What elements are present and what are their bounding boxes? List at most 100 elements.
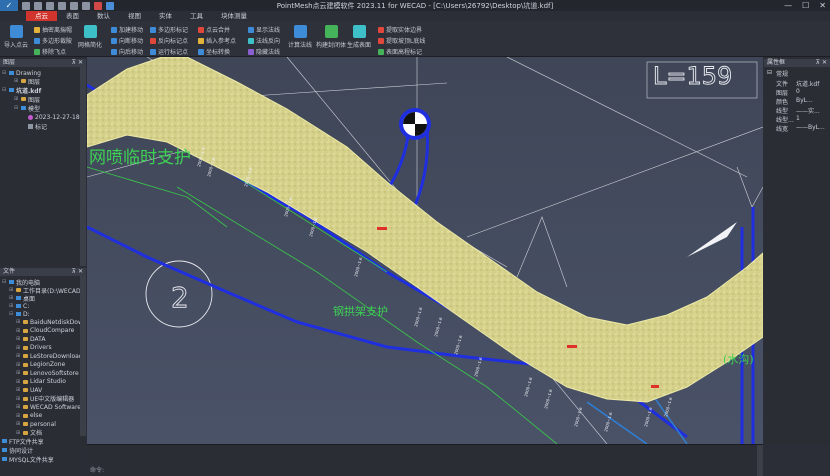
tree-item[interactable]: ⊞ else <box>16 412 42 420</box>
ftp-share-item[interactable]: FTP文件共享 <box>2 437 44 446</box>
ribbon-col3-0[interactable]: 多边形标记 <box>150 25 188 34</box>
prop-row[interactable]: 文件 坑道.kdf <box>764 79 830 88</box>
tree-item[interactable]: ⊞ C: <box>9 302 29 310</box>
close-button[interactable]: ✕ <box>819 0 826 11</box>
boundary-icon <box>378 26 384 33</box>
tree-item[interactable]: ⊞ personal <box>16 420 56 428</box>
minimize-button[interactable]: — <box>784 0 792 11</box>
new-icon[interactable] <box>22 1 30 10</box>
menu-data[interactable]: 数认 <box>88 11 119 21</box>
slope-line-icon <box>378 37 384 44</box>
ribbon-col1-1[interactable]: 多边形裁陂 <box>34 36 72 45</box>
pin-icon[interactable]: ⊼ ✕ <box>816 59 827 67</box>
prop-row[interactable]: 线型 ——实... <box>764 106 830 115</box>
ribbon-col5-2[interactable]: 隐藏法线 <box>248 47 280 56</box>
copy-icon[interactable] <box>82 1 90 10</box>
ribbon-col6-1[interactable]: 提取坡顶L底线 <box>378 36 425 45</box>
ribbon-col3-2[interactable]: 运行标记点 <box>150 47 188 56</box>
folder-icon <box>23 354 28 358</box>
ribbon-col4-2[interactable]: 坐标转换 <box>198 47 230 56</box>
ribbon-col2-1[interactable]: 向断移动 <box>111 36 143 45</box>
undo-icon[interactable] <box>58 1 66 10</box>
tree-item[interactable]: ⊞ 图层 <box>14 77 40 86</box>
tree-item[interactable]: ⊞ WECAD Software <box>16 403 81 411</box>
ribbon-col6-0[interactable]: 提取实体边界 <box>378 25 422 34</box>
cancel-icon[interactable] <box>94 1 102 10</box>
length-label: L=159 <box>653 62 732 90</box>
maximize-button[interactable]: ☐ <box>802 0 809 11</box>
command-prompt[interactable]: 命令: <box>90 465 104 474</box>
menu-solid[interactable]: 实体 <box>150 11 181 21</box>
prop-row[interactable]: 线宽 ——ByL... <box>764 124 830 133</box>
layers-scrollbar[interactable] <box>80 67 86 266</box>
tree-item[interactable]: 标记 <box>28 122 47 131</box>
ribbon-col1-2[interactable]: 移除飞点 <box>34 47 66 56</box>
prop-row[interactable]: 颜色 ByL... <box>764 97 830 106</box>
file-icon <box>9 88 14 92</box>
thin-icon <box>34 26 40 33</box>
spray-support-label: 网喷临时支护 <box>89 148 191 168</box>
tree-item[interactable]: ⊞ 桌面 <box>9 294 35 303</box>
tree-item[interactable]: ⊞ BaiduNetdiskDow <box>16 318 83 326</box>
tree-item[interactable]: ⊟ D: <box>9 310 30 318</box>
folder-icon <box>23 337 28 341</box>
import-cloud-button[interactable]: 导入点云 <box>4 25 28 49</box>
ribbon-col1-0[interactable]: 抽密离揣帽 <box>34 25 72 34</box>
files-scrollbar[interactable] <box>80 276 86 436</box>
drawing-viewport[interactable]: L=159 2 2000~1.6 2000~1.6 2000~1.6 2000~… <box>87 57 763 444</box>
ribbon-col4-0[interactable]: 点云合并 <box>198 25 230 34</box>
menu-pointcloud[interactable]: 点云 <box>26 11 57 21</box>
ribbon-col5-1[interactable]: 法线反向 <box>248 36 280 45</box>
menu-surface[interactable]: 表面 <box>57 11 88 21</box>
build-closed-button[interactable]: 构建封闭体 <box>316 25 346 49</box>
tree-item[interactable]: ⊞ UE中文版编辑器 <box>16 395 74 404</box>
tree-item[interactable]: ⊞ Lidar Studio <box>16 378 66 386</box>
menu-view[interactable]: 视图 <box>119 11 150 21</box>
command-line[interactable]: 命令: <box>87 444 763 476</box>
calc-normal-button[interactable]: 计算法线 <box>288 25 312 49</box>
redo-icon[interactable] <box>70 1 78 10</box>
ribbon-col5-0[interactable]: 显示法线 <box>248 25 280 34</box>
gen-surface-button[interactable]: 生成表面 <box>347 25 371 49</box>
collab-item[interactable]: 协同设计 <box>2 446 33 455</box>
prop-row[interactable]: 图层 0 <box>764 88 830 97</box>
tree-item[interactable]: ⊞ 工作目录(D:\WECAD <box>9 286 81 295</box>
folder-icon <box>23 362 28 367</box>
north-marker-icon[interactable] <box>399 108 431 140</box>
arch-support-label: 钢拱架支护 <box>333 304 388 318</box>
cad-canvas[interactable]: L=159 2 2000~1.6 2000~1.6 2000~1.6 2000~… <box>87 57 763 444</box>
tree-item[interactable]: ⊞ CloudCompare <box>16 327 74 335</box>
prop-section[interactable]: ⊟ 常规 <box>764 69 830 78</box>
run-icon[interactable] <box>106 1 114 10</box>
ribbon-col2-0[interactable]: 加建移动 <box>111 25 143 34</box>
tree-item[interactable]: ⊞ Drivers <box>16 344 52 352</box>
folder-icon <box>23 405 28 409</box>
tree-item[interactable]: 2023-12-27-18 <box>28 113 80 121</box>
grid-simplify-button[interactable]: 网格简化 <box>78 25 102 49</box>
pin-icon[interactable]: ⊼ ✕ <box>72 268 83 276</box>
tree-item[interactable]: ⊟ 模型 <box>14 104 40 113</box>
tree-item[interactable]: ⊟ 坑道.kdf <box>2 86 41 95</box>
open-icon[interactable] <box>34 1 42 10</box>
tree-item[interactable]: ⊞ LenovoSoftstore <box>16 369 79 377</box>
prop-row[interactable]: 线型... 1 <box>764 115 830 124</box>
tree-item[interactable]: ⊞ 图层 <box>14 95 40 104</box>
ribbon-col2-2[interactable]: 向后移动 <box>111 47 143 56</box>
command-scrollbar[interactable] <box>757 445 763 476</box>
merge-icon <box>198 26 204 33</box>
ribbon-col4-1[interactable]: 插入参考点 <box>198 36 236 45</box>
tree-item[interactable]: ⊞ LegionZone <box>16 361 65 369</box>
tree-item[interactable]: ⊞ LeStoreDownload <box>16 352 83 360</box>
menu-block-measure[interactable]: 块体测量 <box>212 11 256 21</box>
mysql-share-item[interactable]: MYSQL文件共享 <box>2 455 54 464</box>
database-icon <box>2 457 7 461</box>
tree-item[interactable]: ⊞ DATA <box>16 335 45 343</box>
move-back-icon <box>111 48 117 55</box>
drawing-icon <box>9 71 14 75</box>
pin-icon[interactable]: ⊼ ✕ <box>72 59 83 67</box>
ribbon-col3-1[interactable]: 反向标记点 <box>150 36 188 45</box>
tree-item[interactable]: ⊞ UAV <box>16 386 42 394</box>
save-icon[interactable] <box>46 1 54 10</box>
ribbon-col6-2[interactable]: 表面高程标记 <box>378 47 422 56</box>
menu-tools[interactable]: 工具 <box>181 11 212 21</box>
